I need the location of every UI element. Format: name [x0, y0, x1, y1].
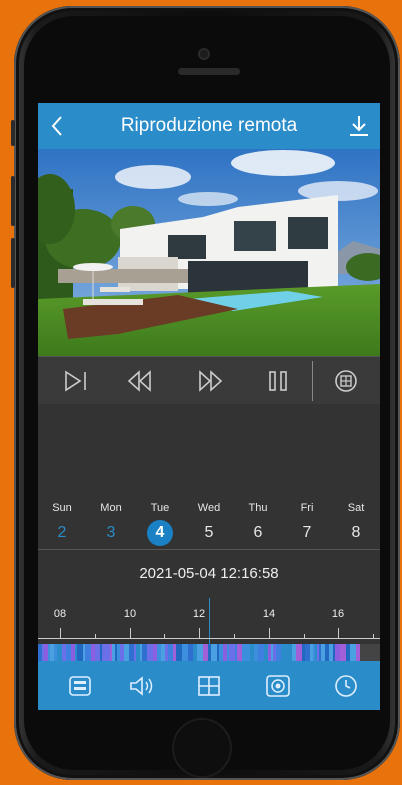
week-calendar: Sun 2 Mon 3 Tue 4 Wed 5 Thu 6 Fri 7 Sat … [38, 404, 380, 549]
major-tick [338, 628, 340, 638]
day-number: 8 [351, 524, 361, 541]
record-list-icon[interactable] [60, 661, 100, 710]
weekday-label: Thu [248, 502, 268, 514]
volume-down-button [11, 238, 15, 288]
earpiece-speaker [178, 68, 240, 75]
timeline-ruler[interactable]: 08 10 12 14 16 [38, 598, 380, 644]
hour-label: 08 [53, 608, 67, 620]
hour-label: 16 [331, 608, 345, 620]
video-preview[interactable] [38, 149, 380, 356]
day-number: 6 [253, 524, 263, 541]
major-tick [199, 628, 201, 638]
fast-forward-icon[interactable] [190, 357, 230, 405]
volume-up-button [11, 176, 15, 226]
recording-segment [356, 644, 360, 661]
top-bar: Riproduzione remota [38, 103, 380, 149]
bottom-toolbar [38, 661, 380, 710]
weekday-label: Tue [150, 502, 170, 514]
major-tick [129, 628, 131, 638]
timeline-baseline [38, 638, 380, 639]
recording-bar[interactable] [38, 644, 380, 661]
day-number: 5 [204, 524, 214, 541]
major-tick [268, 628, 270, 638]
major-tick [60, 628, 61, 638]
day-number: 2 [57, 524, 67, 541]
clock-icon[interactable] [326, 661, 366, 710]
rewind-icon[interactable] [120, 357, 160, 405]
weekday-label: Mon [100, 502, 122, 514]
day-number: 4 [155, 524, 165, 541]
snapshot-icon[interactable] [258, 661, 298, 710]
weekday-label: Sun [52, 502, 72, 514]
playback-datetime: 2021-05-04 12:16:58 [38, 549, 380, 599]
app-screen: Riproduzione remota Sun 2 Mon 3 Tue 4 We… [38, 103, 380, 710]
day-number: 7 [302, 524, 312, 541]
hour-label: 10 [123, 608, 137, 620]
weekday-label: Fri [300, 502, 314, 514]
weekday-label: Wed [197, 502, 221, 514]
mute-switch [11, 120, 15, 146]
multi-channel-icon[interactable] [326, 357, 366, 405]
weekday-label: Sat [347, 502, 365, 514]
front-camera [198, 48, 210, 60]
page-title: Riproduzione remota [120, 115, 298, 136]
frame-step-icon[interactable] [56, 357, 96, 405]
controls-divider [312, 361, 313, 401]
day-number: 3 [106, 524, 116, 541]
hour-label: 14 [262, 608, 276, 620]
grid-layout-icon[interactable] [189, 661, 229, 710]
home-button[interactable] [172, 718, 232, 778]
pause-icon[interactable] [258, 357, 298, 405]
playback-controls [38, 356, 380, 405]
speaker-icon[interactable] [122, 661, 162, 710]
download-icon[interactable] [346, 111, 372, 141]
